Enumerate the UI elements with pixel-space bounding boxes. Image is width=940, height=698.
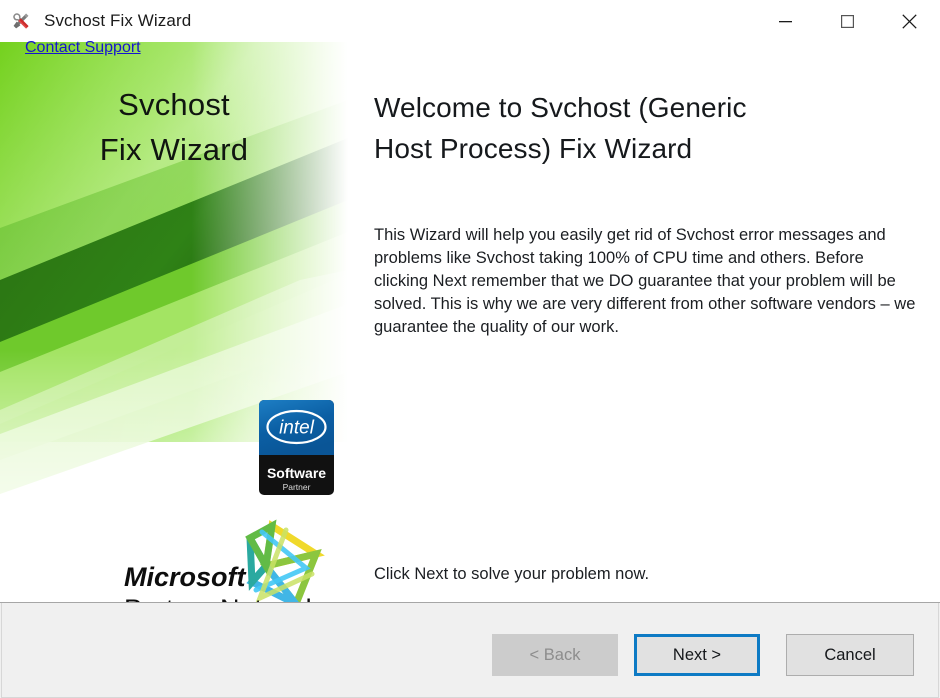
mpn-line2: Partner Network [124,594,320,602]
next-button[interactable]: Next > [634,634,760,676]
intel-badge-line1: Software [267,465,326,481]
page-title: Welcome to Svchost (Generic Host Process… [374,87,919,169]
minimize-button[interactable] [754,0,816,42]
minimize-icon [778,20,792,22]
window-title: Svchost Fix Wizard [44,11,192,30]
call-to-action-text: Click Next to solve your problem now. [374,565,650,583]
back-button[interactable]: < Back [492,634,618,676]
contact-support-link[interactable]: Contact Support [25,39,141,57]
microsoft-partner-network-logo: Microsoft Partner Network [124,519,325,602]
maximize-button[interactable] [816,0,878,42]
wizard-window: Svchost Fix Wizard Svchost Fix Wizard in… [0,0,940,698]
page-title-line2: Host Process) Fix Wizard [374,133,693,164]
maximize-icon [840,14,854,28]
content-pane: Welcome to Svchost (Generic Host Process… [348,42,940,602]
close-icon [901,13,917,29]
sidebar-banner: Svchost Fix Wizard intel Software Partne… [0,42,348,602]
intel-software-partner-badge: intel Software Partner [259,400,334,495]
mpn-star-icon [245,519,325,602]
page-title-line1: Welcome to Svchost (Generic [374,92,747,123]
wrench-screwdriver-icon [13,13,29,29]
window-controls [754,0,940,42]
description-text: This Wizard will help you easily get rid… [374,226,916,336]
title-bar: Svchost Fix Wizard [0,0,940,42]
cancel-button[interactable]: Cancel [786,634,914,676]
intel-wordmark: intel [279,418,315,439]
close-button[interactable] [878,0,940,42]
mpn-line1: Microsoft [124,562,247,592]
intel-badge-line2: Partner [283,482,311,492]
